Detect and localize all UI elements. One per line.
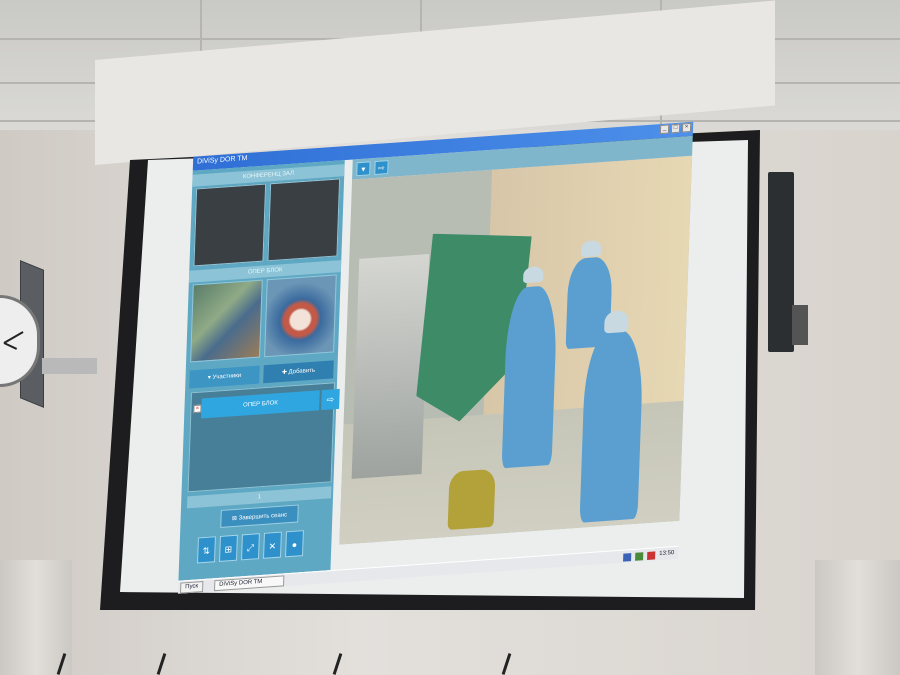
participant-list: × ОПЕР БЛОК ⇨ — [187, 382, 340, 493]
video-scene-equipment — [351, 253, 430, 479]
record-icon[interactable]: ● — [285, 530, 304, 558]
window-controls: _ □ × — [659, 122, 692, 135]
conference-video-slot-2[interactable] — [267, 178, 341, 262]
wall-speaker — [768, 172, 794, 352]
speaker-bracket — [792, 305, 808, 345]
tab-participants-label: Участники — [212, 372, 242, 381]
tray-icon[interactable] — [647, 550, 656, 560]
taskbar-clock: 13:50 — [659, 550, 675, 558]
close-button[interactable]: × — [681, 122, 692, 133]
start-button[interactable]: Пуск — [180, 581, 204, 594]
left-panel: КОНФЕРЕНЦ ЗАЛ ОПЕР БЛОК ▾ Участники ✚ До… — [178, 160, 345, 581]
curtain-right — [815, 560, 900, 675]
network-icon[interactable] — [623, 552, 632, 562]
conference-video-slot-1[interactable] — [193, 183, 267, 267]
projected-app-window: DiViSy DOR TM _ □ × КОНФЕРЕНЦ ЗАЛ ОПЕР Б… — [160, 54, 698, 595]
clock-hand — [3, 331, 24, 344]
maximize-button[interactable]: □ — [670, 123, 681, 134]
operating-video-thumb-2[interactable] — [264, 274, 337, 358]
operating-video-thumb-1[interactable] — [190, 279, 263, 363]
video-scene-cap — [523, 265, 544, 284]
chevron-down-icon[interactable]: ▾ — [356, 161, 371, 177]
connect-icon[interactable]: ⇨ — [374, 160, 389, 176]
video-scene-bucket — [447, 468, 496, 531]
video-scene-cap — [580, 239, 602, 258]
tab-add[interactable]: ✚ Добавить — [263, 360, 334, 384]
clock-hand — [3, 342, 18, 350]
end-session-label: Завершить сеанс — [238, 512, 288, 522]
fullscreen-icon[interactable]: ⤢ — [241, 533, 260, 561]
tab-add-label: Добавить — [288, 367, 316, 376]
tab-participants[interactable]: ▾ Участники — [189, 365, 260, 389]
main-video-feed[interactable] — [339, 155, 693, 545]
end-session-button[interactable]: ⊠ Завершить сеанс — [220, 504, 299, 528]
clock-arm — [42, 358, 97, 374]
tray-icon[interactable] — [635, 551, 644, 561]
swap-icon[interactable]: ⇅ — [197, 536, 216, 564]
shrink-icon[interactable]: ✕ — [263, 531, 282, 559]
window-title: DiViSy DOR TM — [196, 154, 248, 166]
layout-icon[interactable]: ⊞ — [219, 534, 238, 562]
minimize-button[interactable]: _ — [659, 124, 670, 135]
connect-icon[interactable]: ⇨ — [321, 388, 340, 411]
video-scene-cap — [604, 309, 629, 334]
list-item[interactable]: ОПЕР БЛОК — [201, 390, 320, 419]
